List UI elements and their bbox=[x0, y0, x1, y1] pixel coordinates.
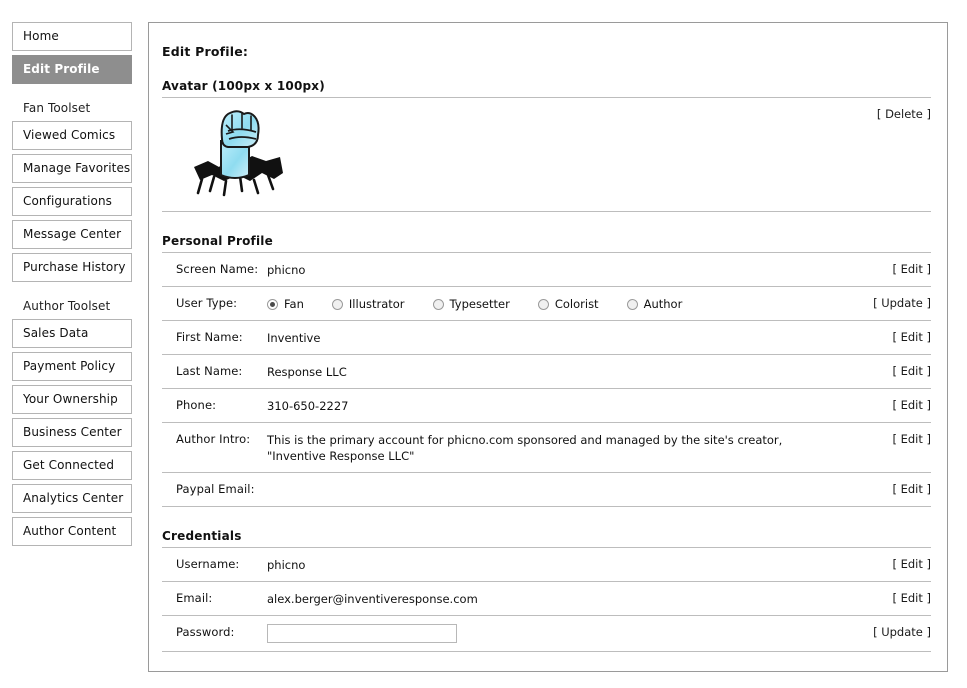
first-name-value: Inventive bbox=[267, 331, 321, 345]
spacer-after-avatar bbox=[162, 212, 931, 234]
sidebar-item-message-center[interactable]: Message Center bbox=[12, 220, 132, 249]
sidebar-item-purchase-history[interactable]: Purchase History bbox=[12, 253, 132, 282]
sidebar-item-home[interactable]: Home bbox=[12, 22, 132, 51]
update-user-type-link[interactable]: [ Update ] bbox=[861, 296, 931, 310]
user-type-radio-group: Fan Illustrator Typesetter Colorist Auth… bbox=[267, 296, 851, 312]
radio-author-icon[interactable] bbox=[626, 298, 638, 310]
phone-value: 310-650-2227 bbox=[267, 399, 349, 413]
author-intro-line-2: "Inventive Response LLC" bbox=[267, 449, 415, 463]
author-intro-value: This is the primary account for phicno.c… bbox=[267, 432, 861, 464]
table-row-screen-name: Screen Name: phicno [ Edit ] bbox=[162, 253, 931, 287]
last-name-value: Response LLC bbox=[267, 365, 347, 379]
user-type-value: Fan Illustrator Typesetter Colorist Auth… bbox=[267, 296, 861, 312]
radio-typesetter-label: Typesetter bbox=[449, 297, 510, 311]
username-label: Username: bbox=[176, 557, 240, 571]
radio-fan-icon[interactable] bbox=[267, 298, 278, 310]
table-row-first-name: First Name: Inventive [ Edit ] bbox=[162, 321, 931, 355]
spacer-after-personal-profile bbox=[162, 507, 931, 529]
password-value bbox=[267, 623, 861, 643]
table-row-last-name: Last Name: Response LLC [ Edit ] bbox=[162, 355, 931, 389]
radio-author-label: Author bbox=[643, 297, 683, 311]
edit-first-name-link[interactable]: [ Edit ] bbox=[861, 330, 931, 344]
paypal-email-label: Paypal Email: bbox=[176, 482, 255, 496]
sidebar-item-author-content[interactable]: Author Content bbox=[12, 517, 132, 546]
avatar-row: [ Delete ] bbox=[162, 98, 931, 212]
edit-username-link[interactable]: [ Edit ] bbox=[861, 557, 931, 571]
first-name-label: First Name: bbox=[176, 330, 243, 344]
table-row-password: Password: [ Update ] bbox=[162, 616, 931, 652]
delete-avatar-link[interactable]: [ Delete ] bbox=[877, 107, 931, 121]
screen-name-label: Screen Name: bbox=[176, 262, 259, 276]
sidebar-group-title-fan-toolset: Fan Toolset bbox=[23, 101, 91, 115]
profile-page: Home Edit Profile Fan Toolset Viewed Com… bbox=[0, 0, 967, 688]
table-row-author-intro: Author Intro: This is the primary accoun… bbox=[162, 423, 931, 473]
password-input[interactable] bbox=[267, 623, 457, 643]
sidebar-item-configurations[interactable]: Configurations bbox=[12, 187, 132, 216]
update-password-link[interactable]: [ Update ] bbox=[861, 625, 931, 639]
radio-option-illustrator[interactable]: Illustrator bbox=[331, 296, 405, 312]
sidebar-item-edit-profile[interactable]: Edit Profile bbox=[12, 55, 132, 84]
sidebar-item-viewed-comics[interactable]: Viewed Comics bbox=[12, 121, 132, 150]
sidebar-item-sales-data[interactable]: Sales Data bbox=[12, 319, 132, 348]
password-label: Password: bbox=[176, 625, 235, 639]
radio-illustrator-label: Illustrator bbox=[348, 297, 405, 311]
credentials-heading: Credentials bbox=[162, 529, 242, 543]
table-row-email: Email: alex.berger@inventiveresponse.com… bbox=[162, 582, 931, 616]
radio-typesetter-icon[interactable] bbox=[432, 298, 444, 310]
edit-paypal-email-link[interactable]: [ Edit ] bbox=[861, 482, 931, 496]
last-name-label: Last Name: bbox=[176, 364, 243, 378]
sidebar-item-get-connected[interactable]: Get Connected bbox=[12, 451, 132, 480]
edit-phone-link[interactable]: [ Edit ] bbox=[861, 398, 931, 412]
phone-label: Phone: bbox=[176, 398, 217, 412]
avatar-section-heading: Avatar (100px x 100px) bbox=[162, 79, 325, 93]
sidebar-group-title-author-toolset: Author Toolset bbox=[23, 299, 111, 313]
page-title: Edit Profile: bbox=[162, 44, 249, 59]
sidebar-item-your-ownership[interactable]: Your Ownership bbox=[12, 385, 132, 414]
radio-option-typesetter[interactable]: Typesetter bbox=[432, 296, 510, 312]
table-row-user-type: User Type: Fan Illustrator Typesetter Co… bbox=[162, 287, 931, 321]
personal-profile-heading: Personal Profile bbox=[162, 234, 273, 248]
edit-screen-name-link[interactable]: [ Edit ] bbox=[861, 262, 931, 276]
radio-illustrator-icon[interactable] bbox=[331, 298, 343, 310]
table-row-phone: Phone: 310-650-2227 [ Edit ] bbox=[162, 389, 931, 423]
radio-colorist-icon[interactable] bbox=[537, 298, 549, 310]
table-row-username: Username: phicno [ Edit ] bbox=[162, 548, 931, 582]
sidebar-item-analytics-center[interactable]: Analytics Center bbox=[12, 484, 132, 513]
email-label: Email: bbox=[176, 591, 213, 605]
screen-name-value: phicno bbox=[267, 263, 306, 277]
radio-option-colorist[interactable]: Colorist bbox=[537, 296, 599, 312]
sidebar-item-business-center[interactable]: Business Center bbox=[12, 418, 132, 447]
user-type-label: User Type: bbox=[176, 296, 238, 310]
sidebar: Home Edit Profile Fan Toolset Viewed Com… bbox=[0, 0, 137, 550]
author-intro-line-1: This is the primary account for phicno.c… bbox=[267, 433, 783, 447]
edit-last-name-link[interactable]: [ Edit ] bbox=[861, 364, 931, 378]
radio-fan-label: Fan bbox=[284, 297, 304, 311]
radio-colorist-label: Colorist bbox=[554, 297, 599, 311]
author-intro-label: Author Intro: bbox=[176, 432, 251, 446]
avatar bbox=[188, 101, 288, 201]
main-panel: Edit Profile: Avatar (100px x 100px) [D… bbox=[148, 22, 948, 672]
edit-author-intro-link[interactable]: [ Edit ] bbox=[861, 432, 931, 446]
radio-option-author[interactable]: Author bbox=[626, 296, 683, 312]
edit-email-link[interactable]: [ Edit ] bbox=[861, 591, 931, 605]
sidebar-item-payment-policy[interactable]: Payment Policy bbox=[12, 352, 132, 381]
radio-option-fan[interactable]: Fan bbox=[267, 296, 304, 312]
email-value: alex.berger@inventiveresponse.com bbox=[267, 592, 478, 606]
sidebar-item-manage-favorites[interactable]: Manage Favorites bbox=[12, 154, 132, 183]
table-row-paypal-email: Paypal Email: [ Edit ] bbox=[162, 473, 931, 507]
username-value: phicno bbox=[267, 558, 306, 572]
